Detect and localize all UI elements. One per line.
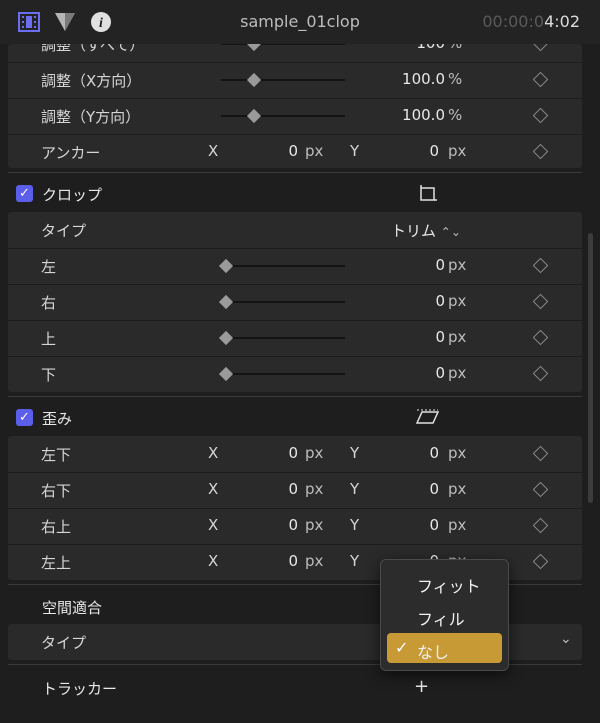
chevron-down-icon[interactable]: ⌄ bbox=[560, 631, 572, 647]
checkmark-icon: ✓ bbox=[395, 638, 409, 657]
keyframe-icon[interactable] bbox=[532, 365, 549, 382]
crop-checkbox[interactable]: ✓ bbox=[16, 185, 33, 202]
crop-left-row: 左 0 px bbox=[8, 248, 582, 285]
distort-title: 歪み bbox=[42, 410, 73, 428]
add-tracker-button[interactable]: + bbox=[414, 676, 429, 697]
anchor-row: アンカー X 0 px Y 0 px bbox=[8, 134, 582, 168]
distort-bottom-right-row: 右下 X 0 px Y 0 px bbox=[8, 472, 582, 509]
keyframe-icon[interactable] bbox=[532, 553, 549, 570]
scale-y-slider[interactable] bbox=[221, 108, 345, 124]
spatial-conform-title: 空間適合 bbox=[42, 599, 103, 617]
keyframe-icon[interactable] bbox=[532, 481, 549, 498]
keyframe-icon[interactable] bbox=[532, 293, 549, 310]
timecode: 00:00:04:02 bbox=[482, 12, 580, 31]
menu-item-none[interactable]: ✓ なし bbox=[387, 633, 502, 663]
crop-type-row: タイプ トリム ⌃⌄ bbox=[8, 212, 582, 249]
scrollbar[interactable] bbox=[588, 233, 593, 503]
distort-section-header: ✓ 歪み bbox=[0, 400, 600, 436]
keyframe-icon[interactable] bbox=[532, 44, 549, 52]
crop-type-popup[interactable]: トリム ⌃⌄ bbox=[391, 220, 461, 241]
crop-panel: タイプ トリム ⌃⌄ 左 0 px 右 0 px 上 0 px 下 0 px bbox=[8, 212, 582, 392]
keyframe-icon[interactable] bbox=[532, 445, 549, 462]
scale-all-slider[interactable] bbox=[221, 44, 345, 52]
crop-right-row: 右 0 px bbox=[8, 284, 582, 321]
menu-item-fit[interactable]: フィット bbox=[387, 567, 502, 597]
distort-checkbox[interactable]: ✓ bbox=[16, 409, 33, 426]
crop-bottom-slider[interactable] bbox=[218, 366, 345, 382]
crop-top-row: 上 0 px bbox=[8, 320, 582, 357]
keyframe-icon[interactable] bbox=[532, 107, 549, 124]
crop-left-slider[interactable] bbox=[218, 258, 345, 274]
keyframe-icon[interactable] bbox=[532, 71, 549, 88]
tracker-row: トラッカー + bbox=[0, 670, 600, 706]
distort-tool-icon[interactable] bbox=[415, 409, 440, 429]
crop-top-slider[interactable] bbox=[218, 330, 345, 346]
crop-tool-icon[interactable] bbox=[418, 184, 438, 206]
distort-top-right-row: 右上 X 0 px Y 0 px bbox=[8, 508, 582, 545]
chevron-updown-icon: ⌃⌄ bbox=[440, 225, 461, 239]
crop-title: クロップ bbox=[42, 186, 103, 204]
keyframe-icon[interactable] bbox=[532, 517, 549, 534]
spatial-conform-header: 空間適合 bbox=[0, 589, 600, 625]
scale-x-row: 調整（X方向） 100.0 % bbox=[8, 62, 582, 99]
distort-bottom-left-row: 左下 X 0 px Y 0 px bbox=[8, 436, 582, 473]
keyframe-icon[interactable] bbox=[532, 329, 549, 346]
scale-y-row: 調整（Y方向） 100.0 % bbox=[8, 98, 582, 135]
crop-section-header: ✓ クロップ bbox=[0, 176, 600, 212]
spatial-type-menu: フィット フィル ✓ なし bbox=[380, 559, 509, 671]
scale-all-row: 調整（すべて） 100 % bbox=[8, 44, 582, 63]
transform-panel: 調整（すべて） 100 % 調整（X方向） 100.0 % 調整（Y方向） 10… bbox=[8, 44, 582, 168]
menu-item-fill[interactable]: フィル bbox=[387, 600, 502, 630]
crop-bottom-row: 下 0 px bbox=[8, 356, 582, 392]
tracker-title: トラッカー bbox=[42, 680, 118, 698]
crop-right-slider[interactable] bbox=[218, 294, 345, 310]
keyframe-icon[interactable] bbox=[532, 143, 549, 160]
keyframe-icon[interactable] bbox=[532, 257, 549, 274]
top-bar: i sample_01clop 00:00:04:02 bbox=[0, 0, 600, 44]
scale-x-slider[interactable] bbox=[221, 72, 345, 88]
